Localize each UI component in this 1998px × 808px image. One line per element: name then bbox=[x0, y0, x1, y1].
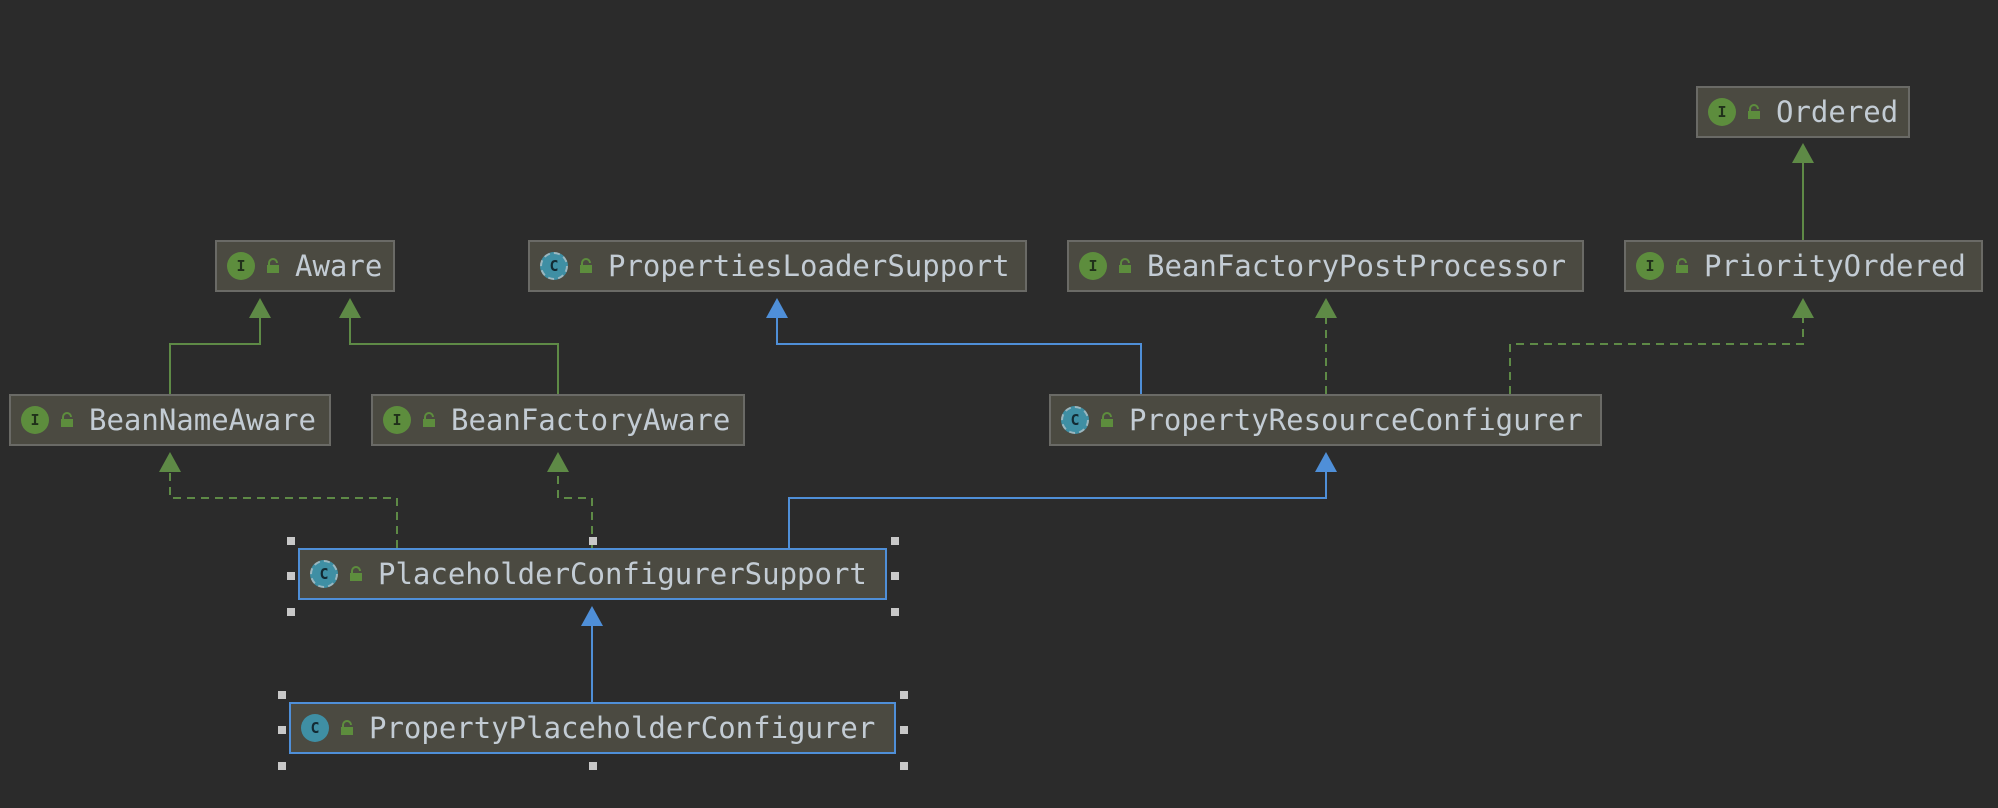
node-placeholder-configurer-support[interactable]: C PlaceholderConfigurerSupport bbox=[298, 548, 887, 600]
arrowhead bbox=[249, 298, 271, 318]
node-property-placeholder-configurer[interactable]: C PropertyPlaceholderConfigurer bbox=[289, 702, 896, 754]
node-label: PropertyPlaceholderConfigurer bbox=[369, 710, 876, 745]
node-label: BeanFactoryAware bbox=[451, 402, 731, 437]
public-lock-icon bbox=[1676, 258, 1688, 273]
edge-property_resource_configurer-to-properties_loader_support bbox=[776, 316, 1142, 394]
node-property-resource-configurer[interactable]: C PropertyResourceConfigurer bbox=[1049, 394, 1602, 446]
interface-icon: I bbox=[1079, 252, 1107, 280]
abstract-class-icon: C bbox=[310, 560, 338, 588]
arrowhead bbox=[581, 606, 603, 626]
resize-handle[interactable] bbox=[891, 608, 899, 616]
public-lock-icon bbox=[580, 258, 592, 273]
arrowhead bbox=[547, 452, 569, 472]
resize-handle[interactable] bbox=[900, 726, 908, 734]
arrowhead bbox=[1315, 452, 1337, 472]
node-label: BeanNameAware bbox=[89, 402, 316, 437]
interface-icon: I bbox=[21, 406, 49, 434]
node-properties-loader-support[interactable]: C PropertiesLoaderSupport bbox=[528, 240, 1027, 292]
arrowhead bbox=[1792, 143, 1814, 163]
interface-icon: I bbox=[1708, 98, 1736, 126]
public-lock-icon bbox=[1119, 258, 1131, 273]
resize-handle[interactable] bbox=[278, 762, 286, 770]
public-lock-icon bbox=[1748, 104, 1760, 119]
interface-icon: I bbox=[1636, 252, 1664, 280]
node-label: PriorityOrdered bbox=[1704, 248, 1966, 283]
public-lock-icon bbox=[267, 258, 279, 273]
resize-handle[interactable] bbox=[287, 537, 295, 545]
abstract-class-icon: C bbox=[540, 252, 568, 280]
edge-bean_factory_aware-to-aware bbox=[349, 316, 559, 394]
edge-placeholder_configurer_support-to-property_resource_configurer bbox=[788, 470, 1327, 548]
resize-handle[interactable] bbox=[900, 691, 908, 699]
arrowhead bbox=[1315, 298, 1337, 318]
uml-diagram-canvas[interactable]: I Ordered I Aware C PropertiesLoaderSupp… bbox=[0, 0, 1998, 808]
public-lock-icon bbox=[1101, 412, 1113, 427]
resize-handle[interactable] bbox=[278, 691, 286, 699]
node-priority-ordered[interactable]: I PriorityOrdered bbox=[1624, 240, 1983, 292]
resize-handle[interactable] bbox=[287, 572, 295, 580]
node-label: Aware bbox=[295, 248, 383, 283]
resize-handle[interactable] bbox=[278, 726, 286, 734]
resize-handle[interactable] bbox=[891, 537, 899, 545]
node-label: PropertyResourceConfigurer bbox=[1129, 402, 1583, 437]
node-bean-factory-post-processor[interactable]: I BeanFactoryPostProcessor bbox=[1067, 240, 1584, 292]
public-lock-icon bbox=[341, 720, 353, 735]
node-label: Ordered bbox=[1776, 94, 1899, 129]
arrowhead bbox=[159, 452, 181, 472]
edge-placeholder_configurer_support-to-bean_factory_aware bbox=[557, 470, 593, 548]
resize-handle[interactable] bbox=[589, 537, 597, 545]
class-icon: C bbox=[301, 714, 329, 742]
public-lock-icon bbox=[350, 566, 362, 581]
node-bean-factory-aware[interactable]: I BeanFactoryAware bbox=[371, 394, 745, 446]
public-lock-icon bbox=[423, 412, 435, 427]
abstract-class-icon: C bbox=[1061, 406, 1089, 434]
resize-handle[interactable] bbox=[589, 762, 597, 770]
node-label: PropertiesLoaderSupport bbox=[608, 248, 1010, 283]
node-label: BeanFactoryPostProcessor bbox=[1147, 248, 1567, 283]
edge-property_resource_configurer-to-priority_ordered bbox=[1509, 316, 1804, 394]
arrowhead bbox=[766, 298, 788, 318]
node-label: PlaceholderConfigurerSupport bbox=[378, 556, 867, 591]
node-aware[interactable]: I Aware bbox=[215, 240, 395, 292]
resize-handle[interactable] bbox=[891, 572, 899, 580]
edge-bean_name_aware-to-aware bbox=[169, 316, 261, 394]
node-bean-name-aware[interactable]: I BeanNameAware bbox=[9, 394, 331, 446]
public-lock-icon bbox=[61, 412, 73, 427]
resize-handle[interactable] bbox=[900, 762, 908, 770]
node-ordered[interactable]: I Ordered bbox=[1696, 86, 1910, 138]
resize-handle[interactable] bbox=[287, 608, 295, 616]
arrowhead bbox=[1792, 298, 1814, 318]
edge-placeholder_configurer_support-to-bean_name_aware bbox=[169, 470, 398, 548]
arrowhead bbox=[339, 298, 361, 318]
interface-icon: I bbox=[227, 252, 255, 280]
interface-icon: I bbox=[383, 406, 411, 434]
